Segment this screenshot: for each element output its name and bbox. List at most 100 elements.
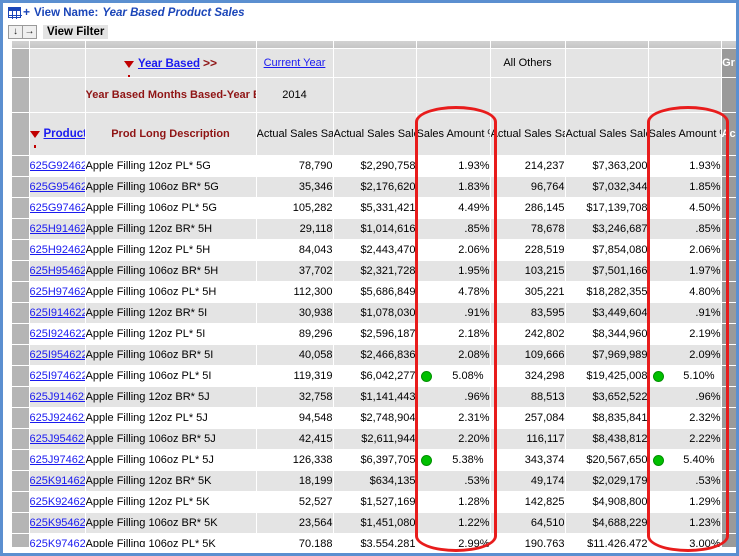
cy-units-cell[interactable]: 126,338 <box>256 449 334 471</box>
ao-pct-cell[interactable]: 5.10% <box>648 365 722 387</box>
product-code-cell[interactable]: 625I914622 <box>29 302 86 324</box>
ao-units-cell[interactable]: 257,084 <box>490 407 566 429</box>
product-code-cell[interactable]: 625G954622 <box>29 176 86 198</box>
table-row[interactable]: 625H954622Apple Filling 106oz BR* 5H 37,7… <box>3 260 736 282</box>
ao-amount-cell[interactable]: $3,246,687 <box>565 218 649 240</box>
ao-amount-cell[interactable]: $17,139,708 <box>565 197 649 219</box>
row-select-handle[interactable] <box>11 197 30 219</box>
cy-amount-cell[interactable]: $634,135 <box>333 470 417 492</box>
ao-amount-cell[interactable]: $4,688,229 <box>565 512 649 534</box>
sort-down-icon[interactable]: ↓ <box>8 24 23 39</box>
row-select-handle[interactable] <box>11 176 30 198</box>
table-row[interactable]: 625G924622Apple Filling 12oz PL* 5G 78,79… <box>3 155 736 177</box>
band-ao-units[interactable] <box>490 41 566 49</box>
cy-amount-cell[interactable]: $6,042,277 <box>333 365 417 387</box>
band-cy-units[interactable] <box>256 41 334 49</box>
product-code-link[interactable]: 625G954622 <box>30 181 85 193</box>
cy-amount-cell[interactable]: $2,290,758 <box>333 155 417 177</box>
cy-amount-cell[interactable]: $2,596,187 <box>333 323 417 345</box>
ao-units-cell[interactable]: 103,215 <box>490 260 566 282</box>
ao-pct-cell[interactable]: 1.23% <box>648 512 722 534</box>
product-code-link[interactable]: 625J914622 <box>30 391 85 403</box>
measure-ao-amount-header[interactable]: Actual Sales Sales Amount <box>565 112 649 156</box>
row-select-header[interactable] <box>11 48 30 78</box>
ao-units-cell[interactable]: 286,145 <box>490 197 566 219</box>
cy-units-cell[interactable]: 30,938 <box>256 302 334 324</box>
table-row[interactable]: 625J924622 Apple Filling 12oz PL* 5J 94,54… <box>3 407 736 429</box>
ao-units-cell[interactable]: 78,678 <box>490 218 566 240</box>
product-code-link[interactable]: 625K914622 <box>30 475 85 487</box>
cy-amount-cell[interactable]: $1,141,443 <box>333 386 417 408</box>
ao-amount-cell[interactable]: $3,449,604 <box>565 302 649 324</box>
current-year-member[interactable]: Current Year <box>256 48 334 78</box>
ao-pct-cell[interactable]: .91% <box>648 302 722 324</box>
ao-amount-cell[interactable]: $7,969,989 <box>565 344 649 366</box>
product-code-link[interactable]: 625J974622 <box>30 454 85 466</box>
product-code-link[interactable]: 625J954622 <box>30 433 85 445</box>
cy-amount-cell[interactable]: $6,397,705 <box>333 449 417 471</box>
table-row[interactable]: 625J954622 Apple Filling 106oz BR* 5J 42,4… <box>3 428 736 450</box>
product-code-cell[interactable]: 625I974622 <box>29 365 86 387</box>
all-others-member[interactable]: All Others <box>490 48 566 78</box>
ao-units-cell[interactable]: 343,374 <box>490 449 566 471</box>
product-code-cell[interactable]: 625H954622 <box>29 260 86 282</box>
row-select-handle[interactable] <box>11 491 30 513</box>
cy-units-cell[interactable]: 94,548 <box>256 407 334 429</box>
product-code-link[interactable]: 625G924622 <box>30 160 85 172</box>
ao-units-cell[interactable]: 324,298 <box>490 365 566 387</box>
product-code-cell[interactable]: 625J914622 <box>29 386 86 408</box>
cy-amount-cell[interactable]: $2,321,728 <box>333 260 417 282</box>
product-code-cell[interactable]: 625K924622 <box>29 491 86 513</box>
cy-amount-cell[interactable]: $1,078,030 <box>333 302 417 324</box>
cy-pct-cell[interactable]: 2.20% <box>416 428 491 450</box>
cy-pct-cell[interactable]: 2.18% <box>416 323 491 345</box>
band-cy-pct[interactable] <box>416 41 491 49</box>
product-dimension-header[interactable]: Product <box>29 112 86 156</box>
filter-funnel-icon[interactable] <box>123 61 134 77</box>
cy-pct-cell[interactable]: 5.38% <box>416 449 491 471</box>
plus-icon[interactable]: + <box>23 6 30 18</box>
table-row[interactable]: 625I974622 Apple Filling 106oz PL* 5I 119,… <box>3 365 736 387</box>
row-select-handle[interactable] <box>11 365 30 387</box>
year-based-dimension-header[interactable]: Year Based >> <box>85 48 257 78</box>
product-code-cell[interactable]: 625J924622 <box>29 407 86 429</box>
ao-amount-cell[interactable]: $20,567,650 <box>565 449 649 471</box>
ao-units-cell[interactable]: 305,221 <box>490 281 566 303</box>
product-code-cell[interactable]: 625J974622 <box>29 449 86 471</box>
row-select-header[interactable] <box>11 77 30 113</box>
cy-pct-cell[interactable]: 1.93% <box>416 155 491 177</box>
cy-units-cell[interactable]: 89,296 <box>256 323 334 345</box>
band-cy-amount[interactable] <box>333 41 417 49</box>
cy-units-cell[interactable]: 40,058 <box>256 344 334 366</box>
cy-amount-cell[interactable]: $5,686,849 <box>333 281 417 303</box>
filter-funnel-icon[interactable] <box>29 131 40 148</box>
cy-pct-cell[interactable]: 4.49% <box>416 197 491 219</box>
product-code-cell[interactable]: 625J954622 <box>29 428 86 450</box>
row-select-handle[interactable] <box>11 239 30 261</box>
ao-amount-cell[interactable]: $7,854,080 <box>565 239 649 261</box>
ao-units-cell[interactable]: 88,513 <box>490 386 566 408</box>
cy-units-cell[interactable]: 35,346 <box>256 176 334 198</box>
ao-amount-cell[interactable]: $7,501,166 <box>565 260 649 282</box>
ao-units-cell[interactable]: 96,764 <box>490 176 566 198</box>
cy-units-cell[interactable]: 29,118 <box>256 218 334 240</box>
cy-amount-cell[interactable]: $2,443,470 <box>333 239 417 261</box>
product-code-cell[interactable]: 625G924622 <box>29 155 86 177</box>
ao-amount-cell[interactable]: $18,282,355 <box>565 281 649 303</box>
ao-amount-cell[interactable]: $3,652,522 <box>565 386 649 408</box>
measure-cy-amount-header[interactable]: Actual Sales Sales Amount <box>333 112 417 156</box>
cy-pct-cell[interactable]: 5.08% <box>416 365 491 387</box>
cy-units-cell[interactable]: 52,527 <box>256 491 334 513</box>
row-select-handle[interactable] <box>11 302 30 324</box>
row-select-handle[interactable] <box>11 344 30 366</box>
cy-pct-cell[interactable]: .53% <box>416 470 491 492</box>
cy-units-cell[interactable]: 105,282 <box>256 197 334 219</box>
ao-pct-cell[interactable]: 4.50% <box>648 197 722 219</box>
cy-units-cell[interactable]: 119,319 <box>256 365 334 387</box>
product-code-cell[interactable]: 625G974622 <box>29 197 86 219</box>
band-gt[interactable] <box>721 41 736 49</box>
product-code-cell[interactable]: 625H914622 <box>29 218 86 240</box>
column-resize-band[interactable] <box>3 41 736 49</box>
row-select-handle[interactable] <box>11 407 30 429</box>
cy-pct-cell[interactable]: .91% <box>416 302 491 324</box>
